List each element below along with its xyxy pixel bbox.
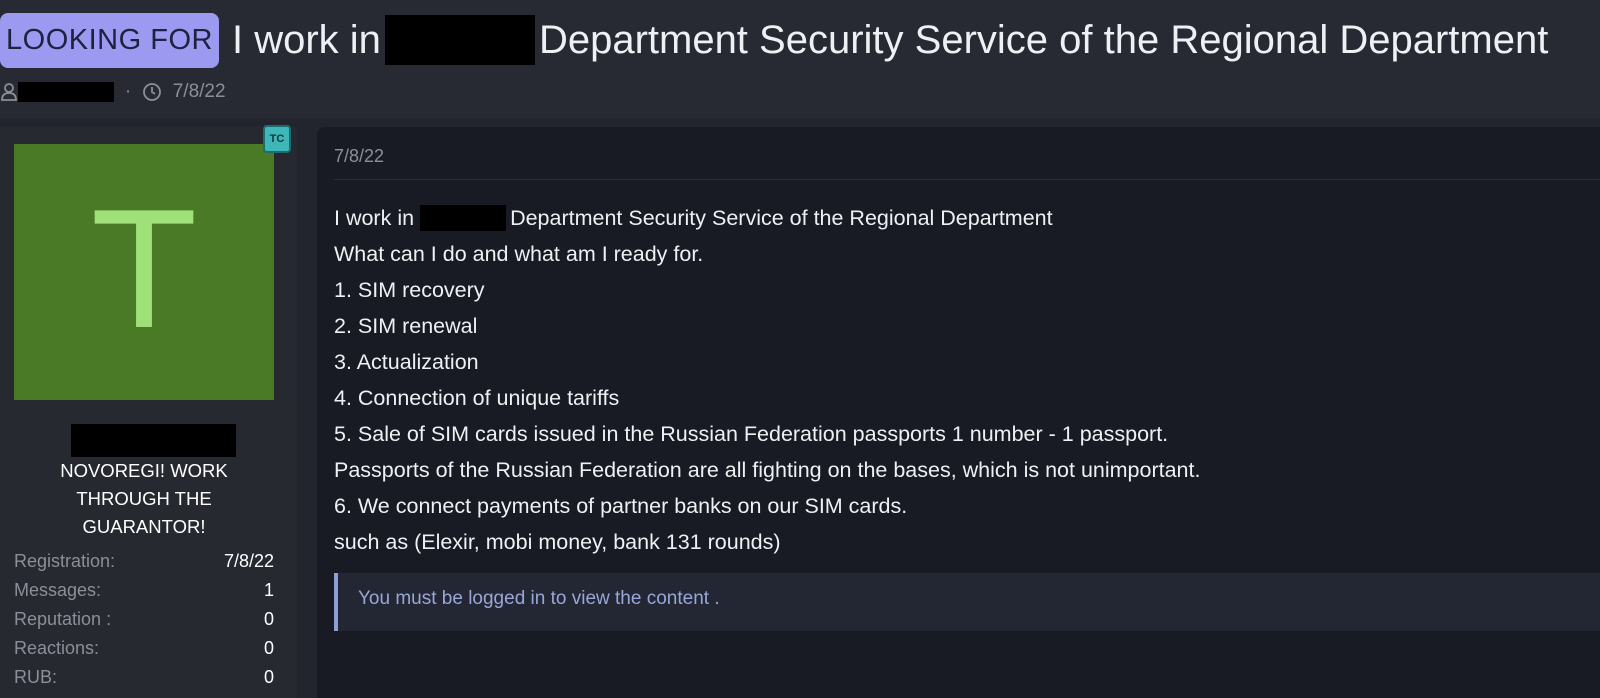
thread-title: I work in Department Security Service of … xyxy=(232,12,1548,68)
thread-meta: · 7/8/22 xyxy=(0,78,226,106)
stat-value: 0 xyxy=(263,638,274,658)
post-line: 6. We connect payments of partner banks … xyxy=(334,494,908,518)
post-line: I work in Department Security Service of … xyxy=(334,200,1590,236)
thread-title-end: Department Security Service of the Regio… xyxy=(538,18,1549,62)
post-line: What can I do and what am I ready for. xyxy=(334,242,704,266)
stat-value[interactable]: 1 xyxy=(264,576,274,605)
login-required-link[interactable]: You must be logged in to view the conten… xyxy=(358,573,720,625)
body-redaction xyxy=(420,205,507,231)
post-body: 7/8/22 I work in Department Security Serv… xyxy=(317,127,1600,698)
post-line: 4. Connection of unique tariffs xyxy=(334,386,620,410)
stat-reputation: Reputation : 0 xyxy=(14,605,274,634)
post-divider xyxy=(334,179,1600,180)
post-date[interactable]: 7/8/22 xyxy=(334,144,384,168)
avatar-letter: T xyxy=(95,178,193,365)
stat-label: Reactions: xyxy=(14,638,100,658)
stat-label: Messages: xyxy=(14,580,102,600)
post-line: such as (Elexir, mobi money, bank 131 ro… xyxy=(334,530,781,554)
title-redaction xyxy=(384,15,535,65)
thread-header: LOOKING FOR I work in Department Security… xyxy=(0,0,1600,118)
stat-label: Reputation : xyxy=(14,609,112,629)
stat-registration: Registration: 7/8/22 xyxy=(14,547,274,576)
post-line: 5. Sale of SIM cards issued in the Russi… xyxy=(334,422,1169,446)
clock-icon xyxy=(143,83,162,101)
thread-prefix-badge[interactable]: LOOKING FOR xyxy=(0,13,219,68)
post-line: 2. SIM renewal xyxy=(334,314,478,338)
stat-value: 7/8/22 xyxy=(223,551,274,571)
user-title-line: THROUGH THE xyxy=(76,488,212,509)
thread-title-start: I work in xyxy=(232,18,381,62)
stat-value: 0 xyxy=(263,667,274,687)
post-line: 3. Actualization xyxy=(334,350,479,374)
username-redaction[interactable] xyxy=(71,424,236,457)
stat-reactions: Reactions: 0 xyxy=(14,634,274,663)
stat-messages: Messages: 1 xyxy=(14,576,274,605)
stat-label: Registration: xyxy=(14,551,116,571)
post-line-start: I work in xyxy=(334,206,415,230)
stat-label: RUB: xyxy=(14,667,58,687)
stat-rub: RUB: 0 xyxy=(14,663,274,692)
post-line: 1. SIM recovery xyxy=(334,278,485,302)
topic-creator-badge: TC xyxy=(263,125,291,153)
stat-value: 0 xyxy=(263,609,274,629)
locked-content-notice: You must be logged in to view the conten… xyxy=(334,573,1600,631)
user-title-line: GUARANTOR! xyxy=(82,516,206,537)
post-content: I work in Department Security Service of … xyxy=(334,200,1590,560)
user-stats: Registration: 7/8/22 Messages: 1 Reputat… xyxy=(14,547,274,692)
post-line-end: Department Security Service of the Regio… xyxy=(510,206,1053,230)
author-redaction[interactable] xyxy=(18,82,115,102)
post-line: Passports of the Russian Federation are … xyxy=(334,458,1201,482)
user-icon xyxy=(1,83,17,101)
user-title-line: NOVOREGI! WORK xyxy=(60,460,228,481)
user-title: NOVOREGI! WORK THROUGH THE GUARANTOR! xyxy=(14,457,274,541)
user-panel: T TC NOVOREGI! WORK THROUGH THE GUARANTO… xyxy=(0,125,297,698)
thread-date[interactable]: 7/8/22 xyxy=(173,78,226,106)
meta-separator: · xyxy=(119,81,132,102)
avatar[interactable]: T xyxy=(14,144,274,400)
